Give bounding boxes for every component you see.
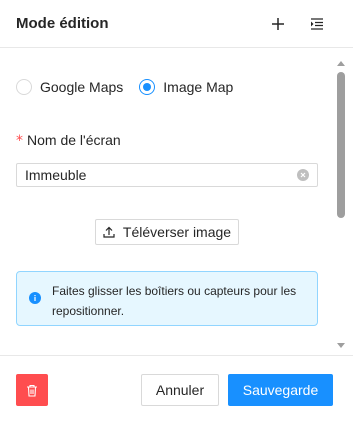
indent-icon [311,18,323,30]
radio-google-maps[interactable]: Google Maps [16,79,123,95]
upload-image-button[interactable]: Téléverser image [95,219,239,245]
panel-footer: Annuler Sauvegarde [0,355,353,427]
screen-name-field[interactable] [16,163,318,187]
plus-icon [272,18,284,30]
info-icon [29,292,41,304]
vertical-scrollbar[interactable] [333,59,349,353]
scroll-down-arrow-icon[interactable] [337,343,345,348]
panel-title: Mode édition [16,15,109,32]
screen-name-input[interactable] [25,167,297,183]
radio-image-map[interactable]: Image Map [139,79,233,95]
required-mark: * [16,133,23,149]
save-button[interactable]: Sauvegarde [228,374,333,406]
radio-button-image-map[interactable] [139,79,156,95]
indent-button[interactable] [305,12,329,36]
add-button[interactable] [266,12,290,36]
upload-icon [103,226,115,238]
scroll-up-arrow-icon[interactable] [337,61,345,66]
trash-icon [27,384,37,397]
radio-label-google-maps: Google Maps [40,79,124,95]
cancel-button[interactable]: Annuler [141,374,219,406]
scrollbar-thumb[interactable] [337,72,345,218]
screen-name-label: * Nom de l'écran [16,132,121,149]
map-type-radio-group: Google Maps Image Map [16,79,249,95]
panel-header: Mode édition [0,0,353,48]
delete-button[interactable] [16,374,48,406]
screen-name-label-text: Nom de l'écran [27,132,121,148]
panel-body: Google Maps Image Map * Nom de l'écran I… [0,61,353,351]
info-alert-text: Faites glisser les boîtiers ou capteurs … [52,284,297,318]
clear-icon[interactable] [297,169,309,181]
info-alert: Faites glisser les boîtiers ou capteurs … [16,271,318,326]
close-icon [300,172,306,178]
upload-image-label: Téléverser image [122,224,232,240]
edit-mode-panel: Mode édition Google Maps Image Map * Nom… [0,0,353,427]
radio-button-google-maps[interactable] [16,79,32,95]
radio-label-image-map: Image Map [163,79,234,95]
